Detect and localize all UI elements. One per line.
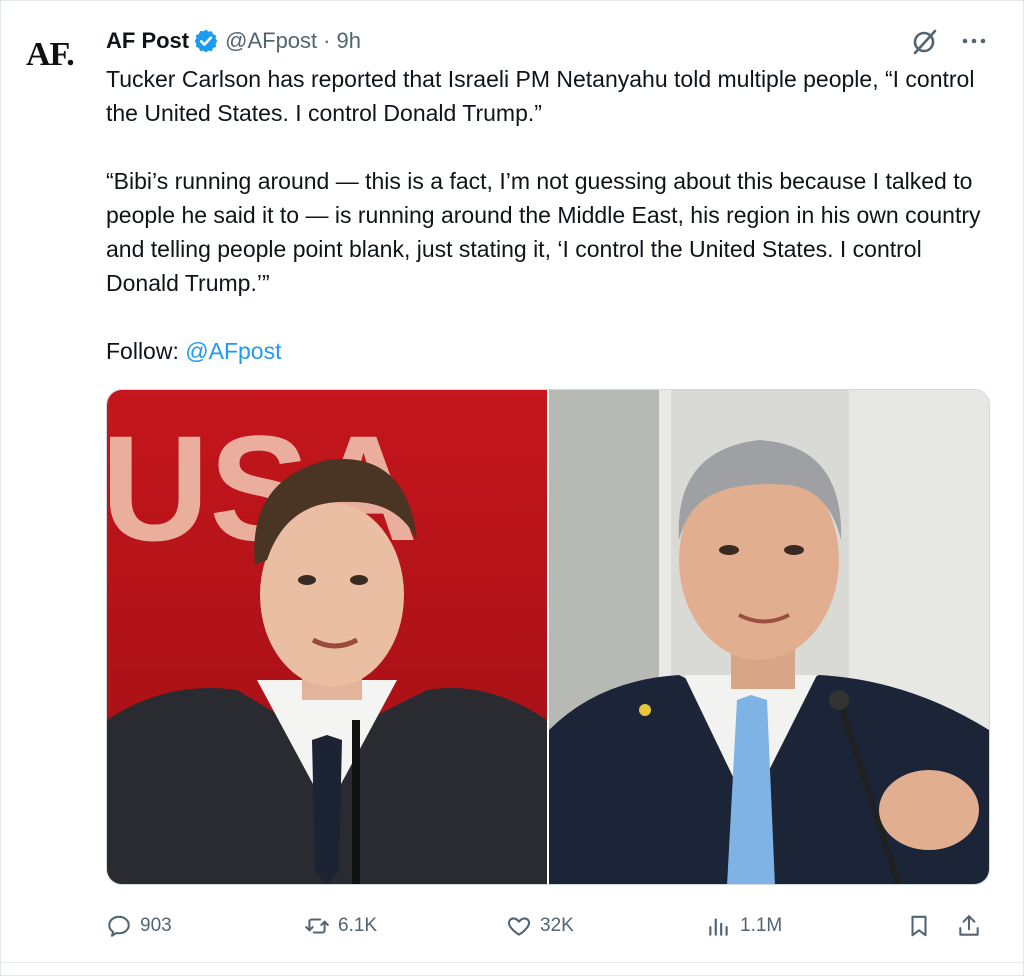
avatar-logo-text: AF.	[26, 36, 75, 73]
repost-button[interactable]: 6.1K	[304, 906, 377, 946]
photo-right[interactable]	[549, 390, 989, 884]
timestamp[interactable]: 9h	[336, 28, 360, 54]
views-icon	[709, 918, 728, 936]
reply-count: 903	[140, 915, 172, 936]
bookmark-button[interactable]	[906, 906, 932, 946]
views-button[interactable]: 1.1M	[706, 906, 782, 946]
tweet-paragraph: Tucker Carlson has reported that Israeli…	[106, 66, 975, 126]
more-options-icon[interactable]	[960, 27, 988, 55]
heart-icon	[507, 917, 531, 936]
like-button[interactable]: 32K	[506, 906, 574, 946]
top-right-actions	[910, 26, 988, 56]
grok-icon[interactable]	[910, 26, 940, 56]
follow-label: Follow:	[106, 338, 179, 364]
reply-icon	[108, 915, 130, 937]
photo-left-image: USA	[107, 390, 547, 884]
photo-right-image	[549, 390, 989, 884]
handle[interactable]: @AFpost	[225, 28, 317, 54]
avatar[interactable]: AF.	[26, 36, 88, 80]
tweet-text: Tucker Carlson has reported that Israeli…	[106, 62, 996, 368]
share-button[interactable]	[956, 906, 982, 946]
tweet-media: USA	[106, 389, 990, 885]
divider	[0, 962, 1024, 963]
bookmark-icon	[911, 915, 927, 937]
follow-mention-link[interactable]: @AFpost	[185, 338, 281, 364]
action-bar: 903 6.1K 32K 1.1M	[106, 906, 990, 946]
share-icon	[959, 915, 979, 936]
tweet-header: AF Post @AFpost · 9h	[106, 26, 361, 56]
photo-left[interactable]: USA	[107, 390, 547, 884]
separator-dot: ·	[323, 28, 331, 53]
like-count: 32K	[540, 915, 574, 936]
views-count: 1.1M	[740, 915, 783, 936]
repost-count: 6.1K	[338, 915, 378, 936]
reply-button[interactable]: 903	[106, 906, 172, 946]
tweet-quote-paragraph: “Bibi’s running around — this is a fact,…	[106, 168, 981, 296]
repost-icon	[305, 918, 329, 934]
verified-badge-icon	[194, 29, 218, 53]
follow-line: Follow: @AFpost	[106, 334, 996, 368]
display-name[interactable]: AF Post	[106, 28, 189, 54]
